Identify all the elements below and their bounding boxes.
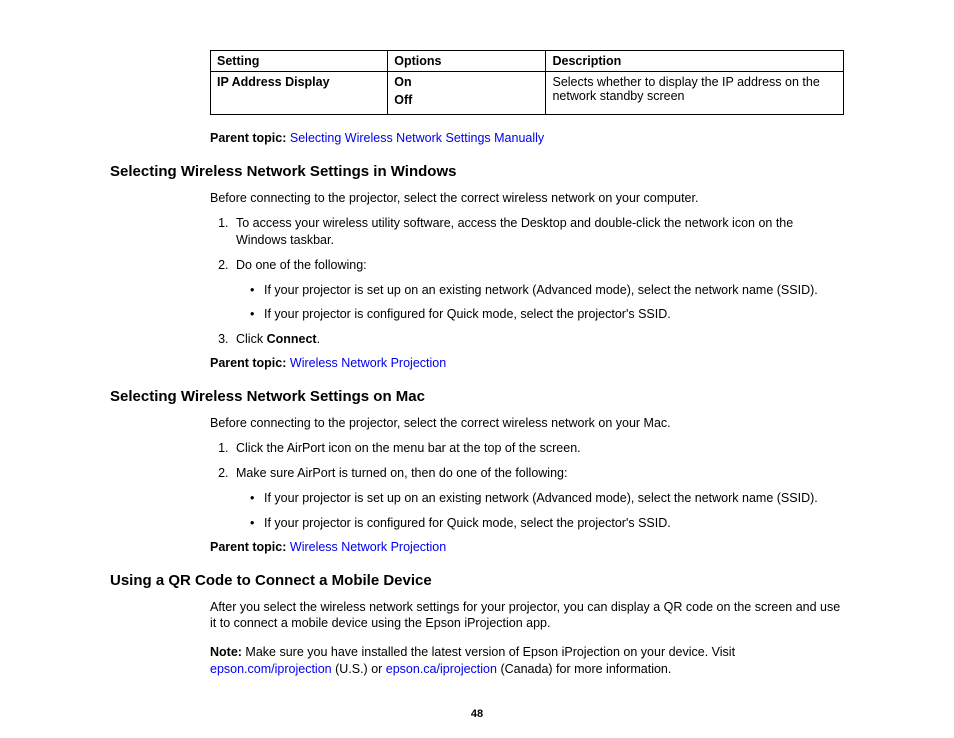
list-item: Click the AirPort icon on the menu bar a…	[232, 440, 844, 457]
link-epson-us[interactable]: epson.com/iprojection	[210, 662, 332, 676]
note-label: Note:	[210, 645, 242, 659]
steps-windows: To access your wireless utility software…	[210, 215, 844, 348]
note-text: (Canada) for more information.	[497, 662, 671, 676]
parent-topic: Parent topic: Wireless Network Projectio…	[210, 540, 844, 554]
list-item: Do one of the following: If your project…	[232, 257, 844, 324]
heading-windows: Selecting Wireless Network Settings in W…	[110, 163, 844, 180]
th-description: Description	[546, 51, 844, 72]
parent-topic-label: Parent topic:	[210, 356, 286, 370]
parent-topic-label: Parent topic:	[210, 131, 286, 145]
sublist: If your projector is set up on an existi…	[236, 490, 844, 532]
heading-mac: Selecting Wireless Network Settings on M…	[110, 388, 844, 405]
list-item: If your projector is configured for Quic…	[254, 306, 844, 323]
sublist: If your projector is set up on an existi…	[236, 282, 844, 324]
intro-qr: After you select the wireless network se…	[210, 599, 844, 633]
page-number: 48	[0, 708, 954, 720]
th-setting: Setting	[211, 51, 388, 72]
table-row: IP Address Display On Off Selects whethe…	[211, 72, 844, 115]
parent-topic: Parent topic: Selecting Wireless Network…	[210, 131, 844, 145]
steps-mac: Click the AirPort icon on the menu bar a…	[210, 440, 844, 532]
step-text: Do one of the following:	[236, 258, 367, 272]
list-item: If your projector is set up on an existi…	[254, 490, 844, 507]
note-qr: Note: Make sure you have installed the l…	[210, 644, 844, 678]
step-text: .	[317, 332, 320, 346]
list-item: Make sure AirPort is turned on, then do …	[232, 465, 844, 532]
parent-topic-label: Parent topic:	[210, 540, 286, 554]
parent-topic: Parent topic: Wireless Network Projectio…	[210, 356, 844, 370]
intro-mac: Before connecting to the projector, sele…	[210, 415, 844, 432]
list-item: If your projector is configured for Quic…	[254, 515, 844, 532]
cell-setting: IP Address Display	[211, 72, 388, 115]
step-text: Make sure AirPort is turned on, then do …	[236, 466, 567, 480]
th-options: Options	[388, 51, 546, 72]
note-text: (U.S.) or	[332, 662, 386, 676]
note-text: Make sure you have installed the latest …	[242, 645, 735, 659]
parent-topic-link[interactable]: Wireless Network Projection	[290, 540, 446, 554]
option-on: On	[394, 75, 539, 89]
cell-options: On Off	[388, 72, 546, 115]
link-epson-ca[interactable]: epson.ca/iprojection	[386, 662, 497, 676]
list-item: If your projector is set up on an existi…	[254, 282, 844, 299]
settings-table: Setting Options Description IP Address D…	[210, 50, 844, 115]
heading-qr: Using a QR Code to Connect a Mobile Devi…	[110, 572, 844, 589]
list-item: To access your wireless utility software…	[232, 215, 844, 249]
list-item: Click Connect.	[232, 331, 844, 348]
parent-topic-link[interactable]: Selecting Wireless Network Settings Manu…	[290, 131, 544, 145]
cell-description: Selects whether to display the IP addres…	[546, 72, 844, 115]
option-off: Off	[394, 93, 539, 107]
connect-label: Connect	[267, 332, 317, 346]
parent-topic-link[interactable]: Wireless Network Projection	[290, 356, 446, 370]
step-text: Click	[236, 332, 267, 346]
intro-windows: Before connecting to the projector, sele…	[210, 190, 844, 207]
